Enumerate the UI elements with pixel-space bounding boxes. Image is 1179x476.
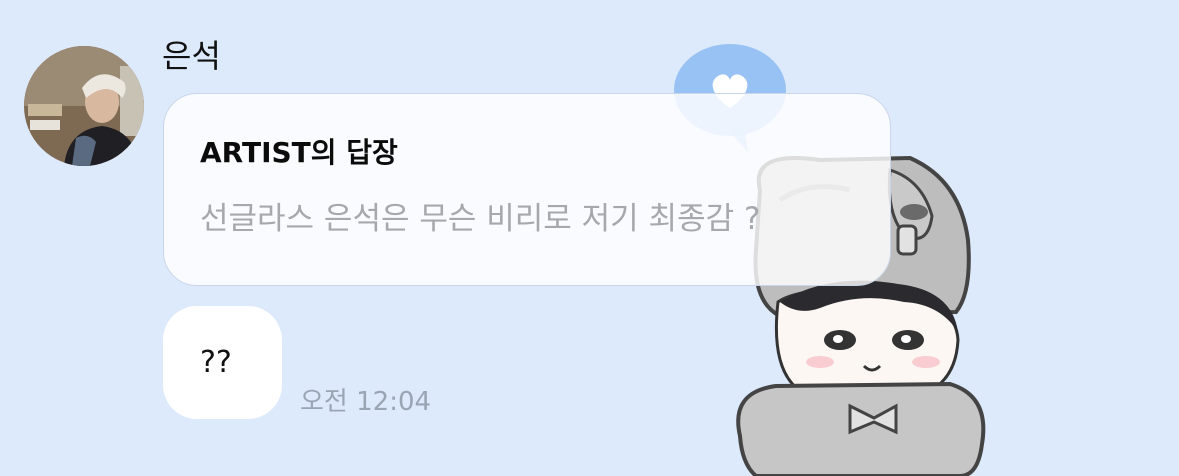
quoted-message-text: 선글라스 은석은 무슨 비리로 저기 최종감 ?: [200, 201, 761, 237]
message-text: ??: [200, 345, 232, 380]
artist-reply-card[interactable]: ARTIST의 답장 선글라스 은석은 무슨 비리로 저기 최종감 ?: [163, 93, 891, 286]
message-bubble[interactable]: ??: [163, 306, 282, 419]
character-face: [774, 280, 960, 394]
rock-body: [736, 381, 986, 476]
avatar-photo: [24, 46, 144, 166]
reply-title: ARTIST의 답장: [200, 136, 398, 169]
avatar[interactable]: [24, 46, 144, 166]
sender-name: 은석: [162, 37, 221, 75]
message-timestamp: 오전 12:04: [300, 387, 432, 417]
